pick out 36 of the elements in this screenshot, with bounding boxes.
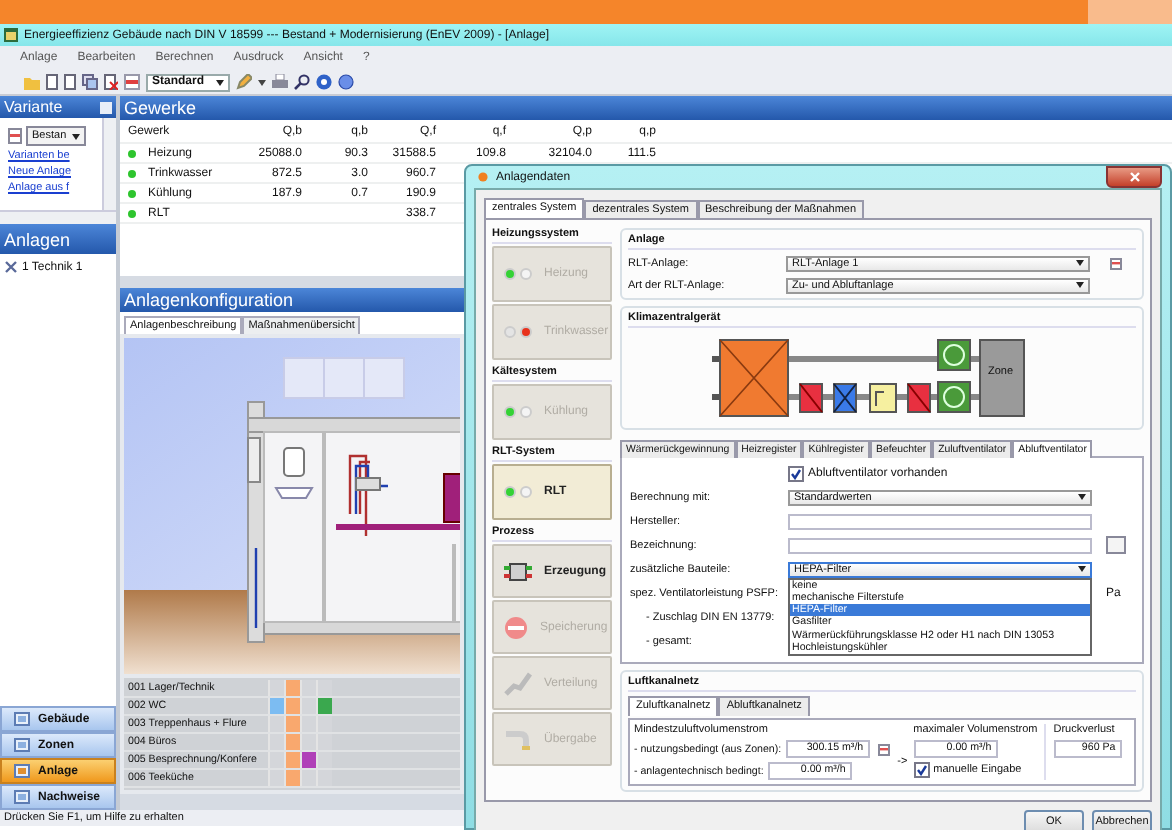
close-button[interactable] bbox=[1106, 166, 1162, 188]
pipe-icon bbox=[504, 671, 532, 695]
calculator-button[interactable] bbox=[875, 741, 892, 757]
boiler-icon bbox=[504, 559, 532, 583]
checkbox[interactable] bbox=[788, 466, 804, 482]
panel-title: Anlagen bbox=[4, 229, 71, 249]
checkbox[interactable] bbox=[913, 762, 930, 778]
edit-button[interactable] bbox=[1108, 255, 1124, 271]
scrollbar[interactable] bbox=[0, 210, 116, 224]
caret-icon bbox=[1078, 494, 1086, 500]
pipe-elbow-icon bbox=[504, 727, 532, 751]
caret-icon bbox=[1076, 260, 1084, 266]
app-icon bbox=[4, 28, 18, 42]
caret-icon[interactable] bbox=[258, 79, 267, 85]
close-icon bbox=[1129, 172, 1139, 182]
zone-box bbox=[979, 339, 1025, 417]
no-entry-icon bbox=[504, 615, 528, 639]
caret-icon bbox=[1076, 282, 1084, 288]
form-icon[interactable] bbox=[8, 128, 22, 144]
caret-icon bbox=[216, 79, 225, 85]
pin-button[interactable] bbox=[100, 101, 112, 113]
form-icon[interactable] bbox=[124, 74, 140, 90]
caret-icon bbox=[1078, 566, 1086, 572]
panel-title: Gewerke bbox=[124, 98, 197, 118]
app-icon bbox=[478, 172, 488, 182]
help-icon[interactable] bbox=[316, 74, 333, 90]
delete-icon[interactable] bbox=[104, 74, 118, 90]
input-field[interactable] bbox=[788, 513, 1092, 529]
scrollbar[interactable] bbox=[102, 118, 116, 210]
input-field[interactable] bbox=[788, 537, 1092, 553]
search-icon[interactable] bbox=[294, 74, 311, 90]
panel-title: Variante bbox=[4, 98, 63, 116]
copy-icon[interactable] bbox=[82, 74, 98, 90]
panel-title: Anlagenkonfiguration bbox=[124, 290, 294, 310]
browse-button[interactable] bbox=[1106, 536, 1126, 554]
caret-icon bbox=[72, 133, 81, 139]
